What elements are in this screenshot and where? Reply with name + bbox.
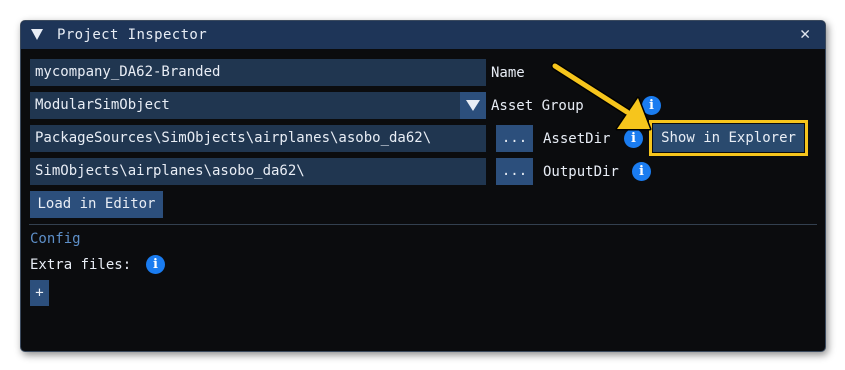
project-inspector-window: Project Inspector ✕ mycompany_DA62-Brand… <box>20 20 826 352</box>
callout-arrow-icon <box>551 62 652 131</box>
